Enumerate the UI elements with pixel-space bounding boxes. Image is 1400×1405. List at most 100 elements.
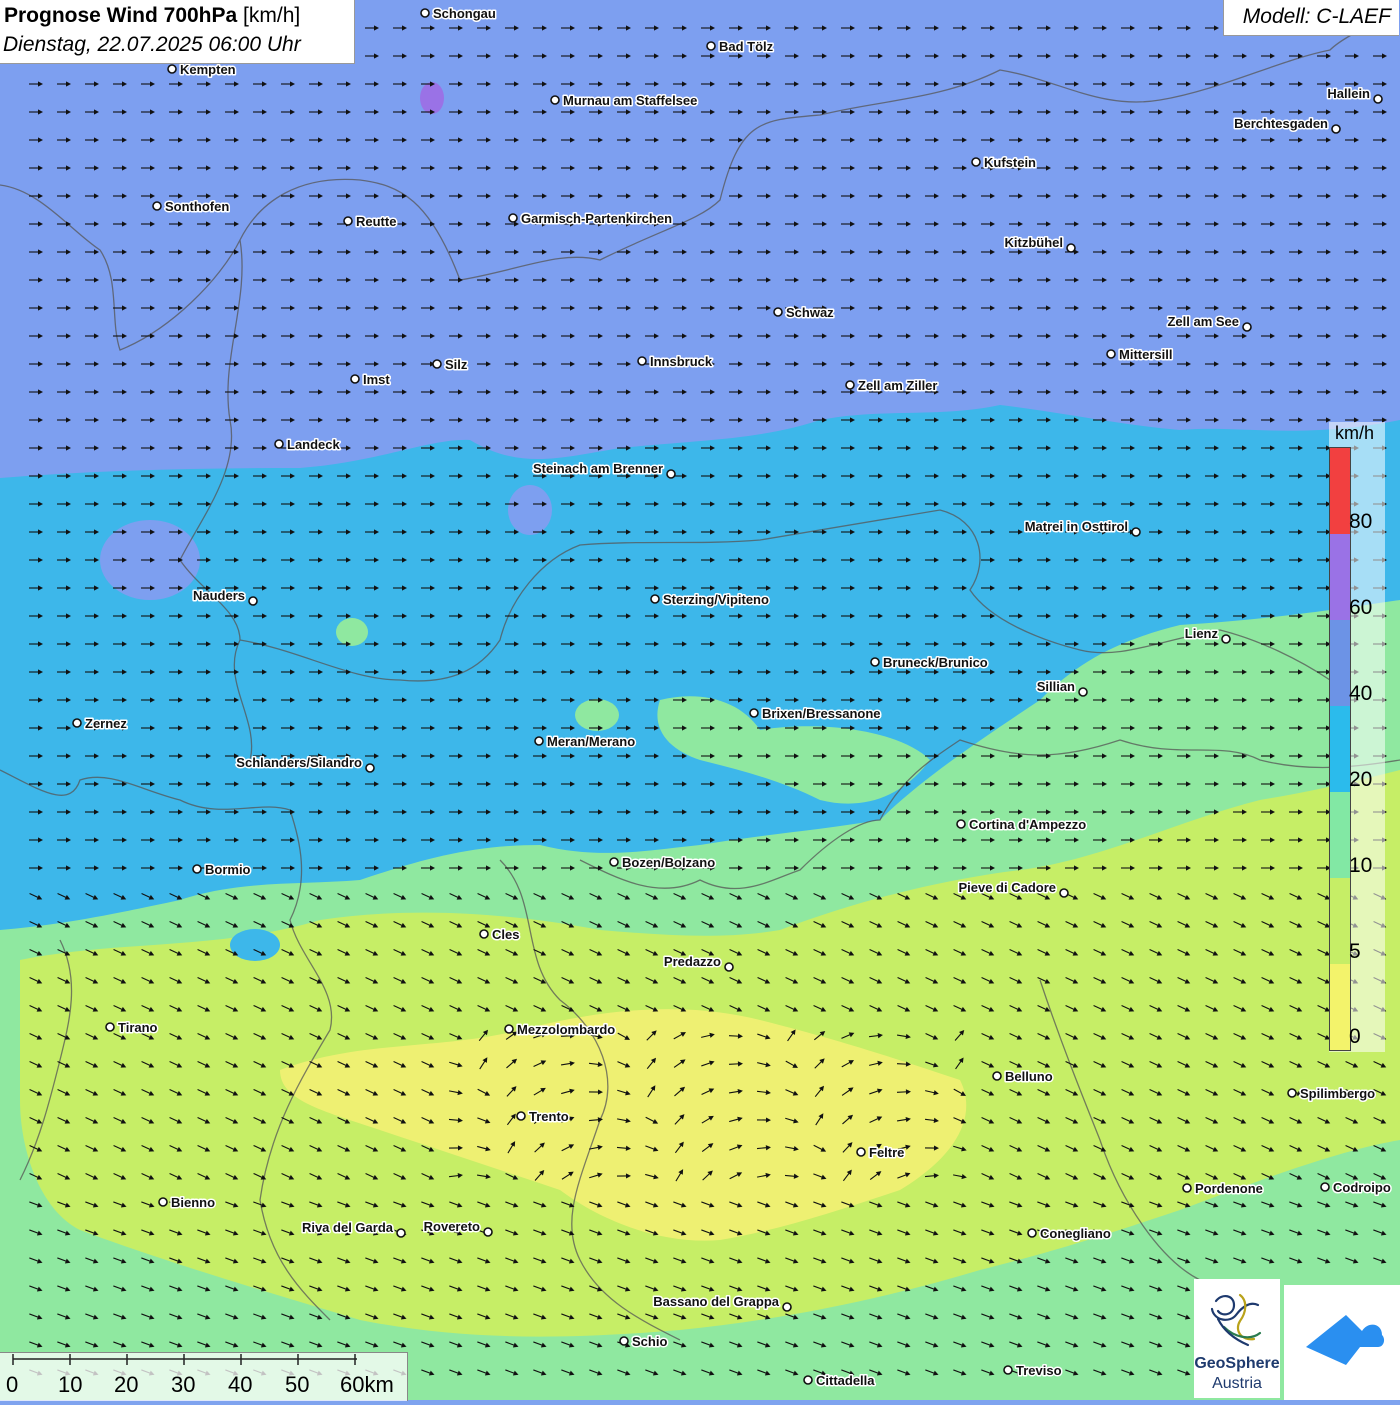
- city-label: Spilimbergo: [1300, 1086, 1375, 1101]
- legend-label: 80: [1349, 510, 1372, 534]
- map-title: Prognose Wind 700hPa [km/h]: [4, 4, 300, 28]
- city-label: Imst: [363, 372, 390, 387]
- city-marker: Innsbruck: [638, 354, 713, 369]
- zone-green-spot-2: [575, 699, 619, 731]
- legend-label: 20: [1349, 768, 1372, 792]
- city-label: Kempten: [180, 62, 236, 77]
- scale-label: 10: [58, 1372, 82, 1398]
- city-marker: Mezzolombardo: [505, 1022, 615, 1037]
- city-label: Schio: [632, 1334, 667, 1349]
- scale-label: 20: [114, 1372, 138, 1398]
- city-label: Feltre: [869, 1145, 904, 1160]
- model-box: Modell: C-LAEF: [1223, 0, 1399, 36]
- scale-label: 60km: [340, 1372, 394, 1398]
- city-label: Schwaz: [786, 305, 834, 320]
- city-label: Zernez: [85, 716, 127, 731]
- city-marker: Pordenone: [1183, 1181, 1263, 1196]
- city-label: Sterzing/Vipiteno: [663, 592, 769, 607]
- city-marker: Sterzing/Vipiteno: [651, 592, 769, 607]
- city-label: Bad Tölz: [719, 39, 774, 54]
- city-label: Conegliano: [1040, 1226, 1111, 1241]
- legend-swatch: [1330, 964, 1350, 1050]
- city-label: Trento: [529, 1109, 569, 1124]
- city-label: Belluno: [1005, 1069, 1053, 1084]
- city-label: Lienz: [1185, 626, 1219, 641]
- zone-purple-patch-2: [508, 485, 552, 535]
- city-label: Sonthofen: [165, 199, 229, 214]
- city-label: Nauders: [193, 588, 245, 603]
- city-label: Treviso: [1016, 1363, 1062, 1378]
- city-label: Kufstein: [984, 155, 1036, 170]
- city-label: Pordenone: [1195, 1181, 1263, 1196]
- zone-green-spot: [336, 618, 368, 646]
- city-label: Bozen/Bolzano: [622, 855, 715, 870]
- city-label: Riva del Garda: [302, 1220, 394, 1235]
- city-label: Sillian: [1037, 679, 1075, 694]
- city-marker: Garmisch-Partenkirchen: [509, 211, 672, 226]
- scale-label: 40: [228, 1372, 252, 1398]
- city-label: Bormio: [205, 862, 251, 877]
- geosphere-logo[interactable]: GeoSphere Austria: [1194, 1279, 1280, 1398]
- city-label: Cles: [492, 927, 519, 942]
- city-label: Bruneck/Brunico: [883, 655, 988, 670]
- app-logo[interactable]: [1284, 1285, 1400, 1400]
- title-text: Prognose Wind 700hPa: [4, 4, 237, 27]
- legend-swatch: [1330, 448, 1350, 534]
- model-label: Modell: C-LAEF: [1243, 5, 1391, 29]
- city-marker: Pieve di Cadore: [958, 880, 1068, 897]
- city-marker: Bozen/Bolzano: [610, 855, 715, 870]
- city-label: Predazzo: [664, 954, 721, 969]
- city-marker: Berchtesgaden: [1234, 116, 1340, 133]
- legend-bar: [1329, 447, 1351, 1051]
- city-label: Kitzbühel: [1005, 235, 1064, 250]
- legend-swatch: [1330, 792, 1350, 878]
- city-label: Schlanders/Silandro: [236, 755, 362, 770]
- city-marker: Sonthofen: [153, 199, 229, 214]
- city-label: Steinach am Brenner: [533, 461, 663, 476]
- city-label: Brixen/Bressanone: [762, 706, 881, 721]
- wind-map: Schongau Bad Tölz Kempten Murnau am Staffel…: [0, 0, 1400, 1400]
- city-marker: Murnau am Staffelsee: [551, 93, 697, 108]
- title-box: Prognose Wind 700hPa [km/h] Dienstag, 22…: [0, 0, 355, 64]
- city-label: Zell am Ziller: [858, 378, 937, 393]
- color-legend: km/h 80 60 40 20 10 5 0: [1329, 422, 1385, 1052]
- city-marker: Steinach am Brenner: [533, 461, 675, 478]
- scale-label: 0: [6, 1372, 18, 1398]
- geosphere-swirl-icon: [1194, 1279, 1280, 1355]
- city-label: Bassano del Grappa: [653, 1294, 779, 1309]
- city-label: Berchtesgaden: [1234, 116, 1328, 131]
- city-label: Reutte: [356, 214, 396, 229]
- zone-blue-spot: [230, 929, 280, 961]
- city-label: Silz: [445, 357, 468, 372]
- city-label: Innsbruck: [650, 354, 713, 369]
- legend-label: 0: [1349, 1025, 1361, 1049]
- city-marker: Schlanders/Silandro: [236, 755, 374, 772]
- city-marker: Riva del Garda: [302, 1220, 405, 1237]
- legend-label: 60: [1349, 596, 1372, 620]
- city-marker: Bassano del Grappa: [653, 1294, 791, 1311]
- mountain-cloud-icon: [1284, 1285, 1400, 1400]
- city-marker: Meran/Merano: [535, 734, 635, 749]
- scale-label: 30: [171, 1372, 195, 1398]
- city-marker: Bruneck/Brunico: [871, 655, 988, 670]
- geosphere-name: GeoSphere: [1194, 1355, 1280, 1373]
- legend-swatch: [1330, 620, 1350, 706]
- city-label: Rovereto: [424, 1219, 480, 1234]
- city-label: Matrei in Osttirol: [1025, 519, 1128, 534]
- zone-violet-patch: [420, 82, 444, 114]
- title-unit: [km/h]: [243, 4, 300, 27]
- city-label: Pieve di Cadore: [958, 880, 1056, 895]
- city-label: Landeck: [287, 437, 341, 452]
- legend-swatch: [1330, 706, 1350, 792]
- scale-label: 50: [285, 1372, 309, 1398]
- legend-unit: km/h: [1335, 423, 1374, 444]
- city-label: Zell am See: [1167, 314, 1239, 329]
- legend-label: 10: [1349, 854, 1372, 878]
- legend-label: 40: [1349, 682, 1372, 706]
- city-label: Codroipo: [1333, 1180, 1391, 1195]
- city-label: Schongau: [433, 6, 496, 21]
- city-marker: Schongau: [421, 6, 496, 21]
- legend-label: 5: [1349, 940, 1361, 964]
- legend-swatch: [1330, 878, 1350, 964]
- city-marker: Zell am Ziller: [846, 378, 937, 393]
